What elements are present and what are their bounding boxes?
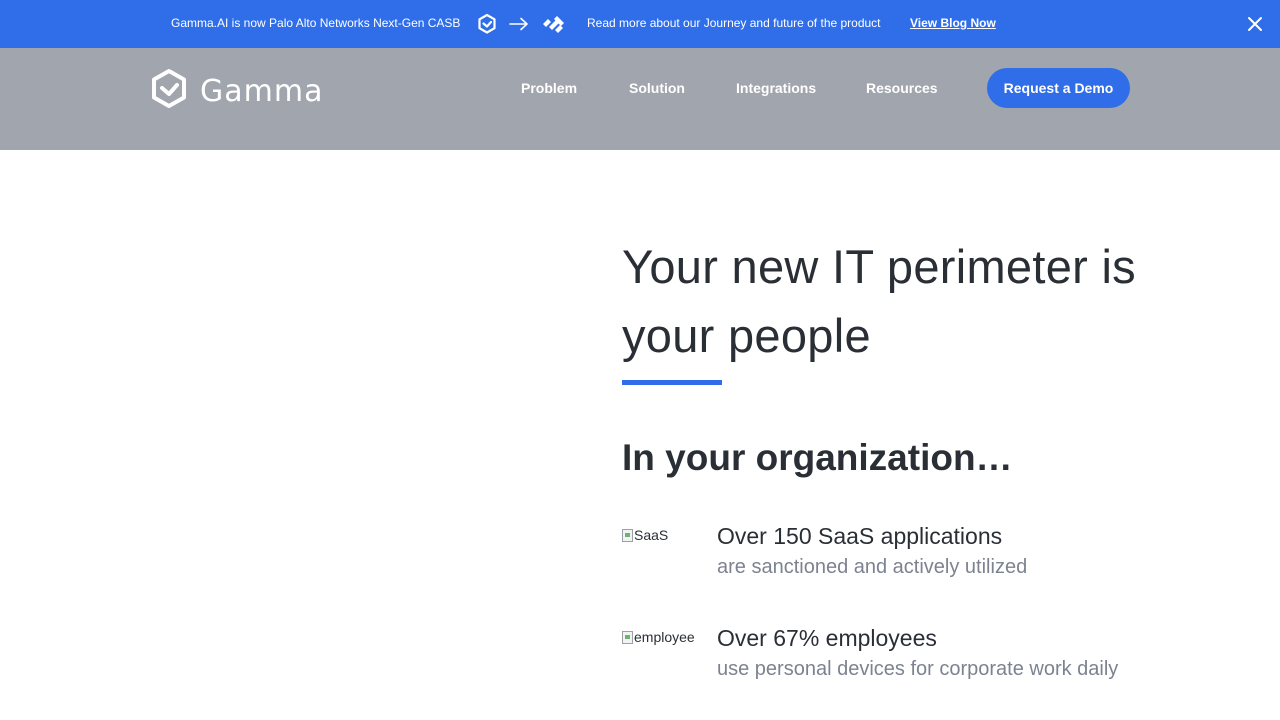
saas-image: SaaS <box>622 527 668 543</box>
gamma-hex-icon <box>477 13 497 35</box>
announcement-more-text: Read more about our Journey and future o… <box>587 16 881 30</box>
employee-image: employee <box>622 629 695 645</box>
view-blog-link[interactable]: View Blog Now <box>910 16 996 30</box>
announcement-text: Gamma.AI is now Palo Alto Networks Next-… <box>171 16 461 30</box>
stat-description: are sanctioned and actively utilized <box>717 556 1028 578</box>
arrow-right-icon <box>509 17 529 31</box>
gamma-hex-logo-icon <box>150 68 188 115</box>
gamma-logo[interactable]: Gamma <box>150 68 323 115</box>
stat-title: Over 67% employees <box>717 625 937 651</box>
close-icon[interactable] <box>1245 14 1265 34</box>
headline-underline <box>622 380 722 385</box>
palo-alto-networks-icon <box>541 15 565 33</box>
nav-problem[interactable]: Problem <box>521 80 577 96</box>
stat-description: use personal devices for corporate work … <box>717 658 1119 680</box>
organization-subheading: In your organization… <box>622 437 1013 478</box>
page-headline: Your new IT perimeter is your people <box>622 240 1136 362</box>
nav-resources[interactable]: Resources <box>866 80 938 96</box>
nav-solution[interactable]: Solution <box>629 80 685 96</box>
announcement-logos <box>477 13 565 35</box>
stat-title: Over 150 SaaS applications <box>717 523 1003 549</box>
broken-image-icon <box>622 630 633 644</box>
request-demo-button[interactable]: Request a Demo <box>987 68 1130 108</box>
broken-image-icon <box>622 528 633 542</box>
site-header: Gamma Problem Solution Integrations Reso… <box>0 48 1280 150</box>
nav-integrations[interactable]: Integrations <box>736 80 816 96</box>
logo-wordmark: Gamma <box>200 74 324 109</box>
announcement-bar: Gamma.AI is now Palo Alto Networks Next-… <box>0 0 1280 48</box>
